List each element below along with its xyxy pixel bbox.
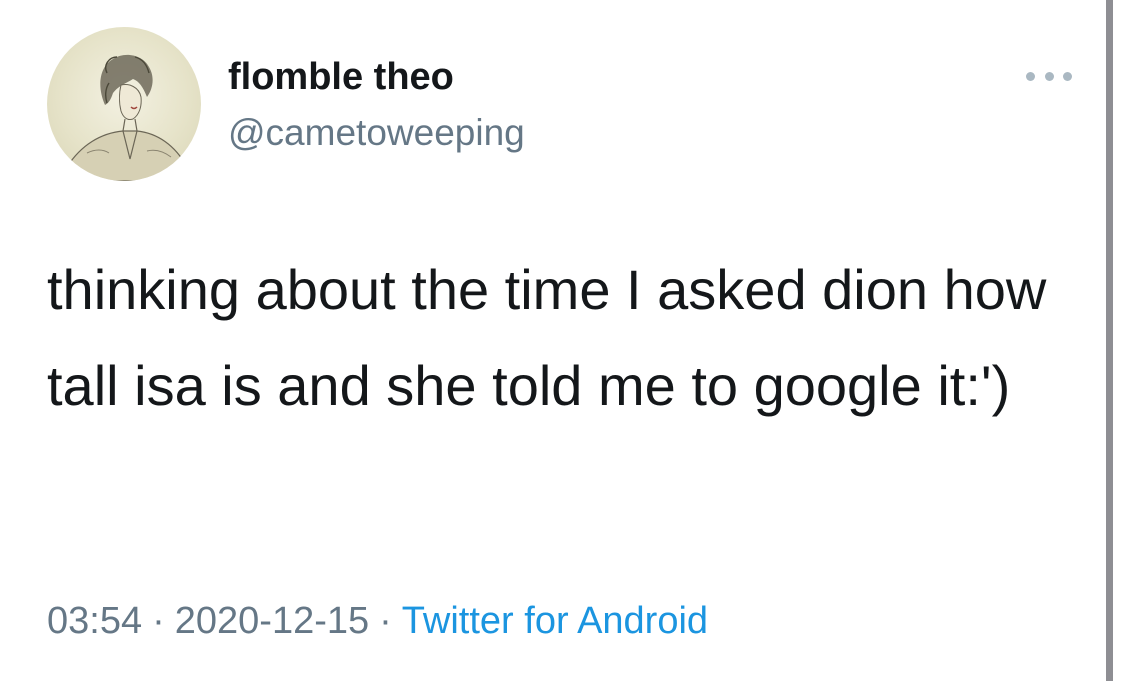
tweet-source-link[interactable]: Twitter for Android xyxy=(402,600,708,642)
meta-separator: · xyxy=(152,600,165,642)
more-horizontal-icon xyxy=(1063,71,1072,81)
more-options-button[interactable] xyxy=(1026,62,1072,90)
meta-separator: · xyxy=(379,600,392,642)
tweet-time[interactable]: 03:54 xyxy=(47,600,142,642)
tweet-card: flomble theo @cametoweeping thinking abo… xyxy=(0,0,1124,681)
user-handle[interactable]: @cametoweeping xyxy=(228,110,525,156)
avatar-sketch-icon xyxy=(66,54,188,181)
avatar[interactable] xyxy=(47,27,201,181)
tweet-meta: 03:54 · 2020-12-15 · Twitter for Android xyxy=(47,597,708,645)
display-name[interactable]: flomble theo xyxy=(228,54,454,100)
tweet-date[interactable]: 2020-12-15 xyxy=(175,600,369,642)
tweet-text: thinking about the time I asked dion how… xyxy=(47,258,1062,417)
more-horizontal-icon xyxy=(1026,71,1035,81)
more-horizontal-icon xyxy=(1044,71,1054,81)
scrollbar[interactable] xyxy=(1106,0,1113,681)
